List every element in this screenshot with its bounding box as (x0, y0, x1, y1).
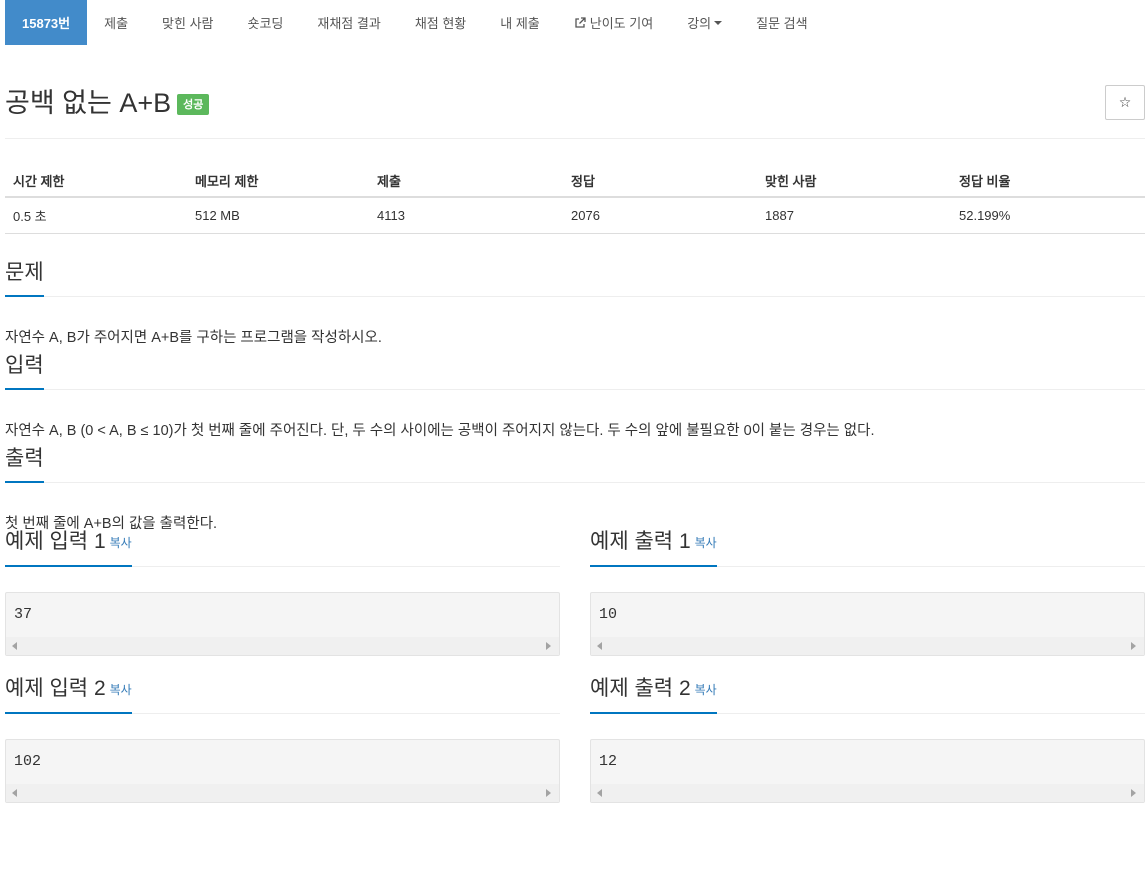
sample-output-2: 예제 출력 2 복사 12 (590, 676, 1145, 803)
sample-heading: 예제 출력 1 복사 (590, 529, 717, 567)
sample-heading-row: 예제 출력 2 복사 (590, 676, 1145, 714)
problem-description-section: 문제 자연수 A, B가 주어지면 A+B를 구하는 프로그램을 작성하시오. (5, 261, 1145, 354)
tab-label: 질문 검색 (756, 16, 808, 31)
external-link-icon (575, 16, 586, 28)
sample-input-1: 예제 입력 1 복사 37 (5, 529, 560, 656)
problem-output-text: 첫 번째 줄에 A+B의 값을 출력한다. (5, 516, 218, 532)
sample-heading: 예제 입력 2 복사 (5, 676, 132, 714)
sample-heading-text: 예제 입력 1 (5, 530, 106, 553)
scroll-right-arrow-icon[interactable] (546, 642, 551, 650)
section-heading: 출력 (5, 446, 44, 483)
scroll-right-arrow-icon[interactable] (546, 789, 551, 797)
problem-input-section: 입력 자연수 A, B (0 < A, B ≤ 10)가 첫 번째 줄에 주어진… (5, 354, 1145, 447)
header-accept-ratio: 정답 비율 (951, 165, 1145, 198)
tab-label: 숏코딩 (247, 16, 284, 31)
tab-label: 맞힌 사람 (162, 16, 214, 31)
header-accepted: 정답 (563, 165, 757, 198)
problem-description-text: 자연수 A, B가 주어지면 A+B를 구하는 프로그램을 작성하시오. (5, 330, 382, 346)
tab-label: 15873번 (22, 16, 71, 31)
sample-heading-row: 예제 입력 1 복사 (5, 529, 560, 567)
sample-code-box[interactable]: 12 (590, 739, 1145, 803)
tab-judge-status[interactable]: 채점 현황 (398, 0, 483, 45)
tab-short-coding[interactable]: 숏코딩 (231, 0, 301, 45)
horizontal-scrollbar[interactable] (591, 784, 1144, 802)
caret-down-icon (714, 20, 723, 25)
sample-heading-text: 예제 출력 2 (590, 677, 691, 700)
tab-label: 난이도 기여 (589, 16, 654, 31)
problem-info-table: 시간 제한 메모리 제한 제출 정답 맞힌 사람 정답 비율 0.5 초 512… (5, 165, 1145, 234)
sample-code-box[interactable]: 102 (5, 739, 560, 803)
problem-output-section: 출력 첫 번째 줄에 A+B의 값을 출력한다. (5, 447, 1145, 532)
sample-code-text: 12 (599, 753, 618, 770)
star-icon: ☆ (1118, 94, 1132, 110)
section-heading-row: 입력 (5, 354, 1145, 390)
tab-question-search[interactable]: 질문 검색 (739, 0, 824, 45)
section-heading: 문제 (5, 260, 44, 297)
section-heading-row: 출력 (5, 447, 1145, 483)
problem-title-text: 공백 없는 A+B (5, 88, 172, 118)
copy-button[interactable]: 복사 (695, 683, 717, 697)
tab-difficulty-contribution[interactable]: 난이도 기여 (557, 0, 670, 45)
header-time-limit: 시간 제한 (5, 165, 187, 198)
section-heading: 입력 (5, 353, 44, 390)
status-badge: 성공 (177, 94, 210, 115)
value-memory-limit: 512 MB (187, 197, 369, 234)
sample-heading: 예제 출력 2 복사 (590, 676, 717, 714)
tab-solved-users[interactable]: 맞힌 사람 (145, 0, 230, 45)
horizontal-scrollbar[interactable] (6, 637, 559, 655)
sample-code-text: 10 (599, 606, 618, 623)
scroll-right-arrow-icon[interactable] (1131, 789, 1136, 797)
tab-problem-number[interactable]: 15873번 (5, 0, 88, 45)
sample-row-1: 예제 입력 1 복사 37 예제 출력 1 복사 10 (5, 529, 1145, 656)
scroll-left-arrow-icon[interactable] (12, 789, 17, 797)
section-heading-row: 문제 (5, 261, 1145, 297)
copy-button[interactable]: 복사 (110, 683, 132, 697)
value-submissions: 4113 (369, 197, 563, 234)
sample-code-text: 37 (14, 606, 33, 623)
tab-rejudge-results[interactable]: 재채점 결과 (300, 0, 397, 45)
table-row: 0.5 초 512 MB 4113 2076 1887 52.199% (5, 197, 1145, 234)
tab-label: 강의 (687, 16, 712, 31)
sample-input-2: 예제 입력 2 복사 102 (5, 676, 560, 803)
value-time-limit: 0.5 초 (5, 197, 187, 234)
tab-label: 내 제출 (500, 16, 540, 31)
sample-row-2: 예제 입력 2 복사 102 예제 출력 2 복사 12 (5, 676, 1145, 803)
sample-code-box[interactable]: 10 (590, 592, 1145, 656)
sample-output-1: 예제 출력 1 복사 10 (590, 529, 1145, 656)
tab-label: 제출 (104, 16, 129, 31)
header-memory-limit: 메모리 제한 (187, 165, 369, 198)
tab-submit[interactable]: 제출 (87, 0, 145, 45)
scroll-left-arrow-icon[interactable] (12, 642, 17, 650)
problem-page: 15873번 제출 맞힌 사람 숏코딩 재채점 결과 채점 현황 내 제출 난이… (0, 0, 1148, 886)
sample-heading-row: 예제 출력 1 복사 (590, 529, 1145, 567)
sample-heading: 예제 입력 1 복사 (5, 529, 132, 567)
copy-button[interactable]: 복사 (695, 536, 717, 550)
scroll-left-arrow-icon[interactable] (597, 789, 602, 797)
header-submissions: 제출 (369, 165, 563, 198)
value-solved-users: 1887 (757, 197, 951, 234)
horizontal-scrollbar[interactable] (591, 637, 1144, 655)
problem-title-row: 공백 없는 A+B 성공 ☆ (5, 47, 1145, 139)
scroll-left-arrow-icon[interactable] (597, 642, 602, 650)
header-solved-users: 맞힌 사람 (757, 165, 951, 198)
sample-heading-text: 예제 입력 2 (5, 677, 106, 700)
table-header-row: 시간 제한 메모리 제한 제출 정답 맞힌 사람 정답 비율 (5, 165, 1145, 198)
problem-nav-tabs: 15873번 제출 맞힌 사람 숏코딩 재채점 결과 채점 현황 내 제출 난이… (5, 0, 1145, 47)
favorite-star-button[interactable]: ☆ (1105, 85, 1145, 120)
value-accepted: 2076 (563, 197, 757, 234)
tab-label: 채점 현황 (414, 16, 467, 31)
sample-code-box[interactable]: 37 (5, 592, 560, 656)
tab-label: 재채점 결과 (317, 16, 381, 31)
problem-title: 공백 없는 A+B 성공 (5, 87, 210, 119)
value-accept-ratio: 52.199% (951, 197, 1145, 234)
copy-button[interactable]: 복사 (110, 536, 132, 550)
tab-lectures-dropdown[interactable]: 강의 (670, 0, 739, 45)
sample-heading-row: 예제 입력 2 복사 (5, 676, 560, 714)
sample-code-text: 102 (14, 753, 42, 770)
problem-input-text: 자연수 A, B (0 < A, B ≤ 10)가 첫 번째 줄에 주어진다. … (5, 423, 875, 439)
horizontal-scrollbar[interactable] (6, 784, 559, 802)
scroll-right-arrow-icon[interactable] (1131, 642, 1136, 650)
tab-my-submissions[interactable]: 내 제출 (483, 0, 557, 45)
sample-heading-text: 예제 출력 1 (590, 530, 691, 553)
